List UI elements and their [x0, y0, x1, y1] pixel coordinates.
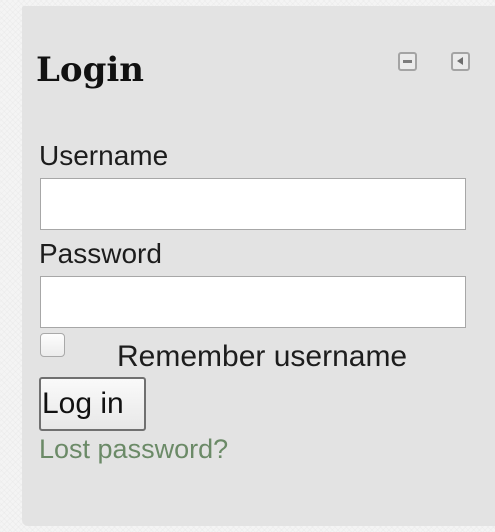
- login-block: Login Username Password Remember usernam…: [22, 6, 495, 526]
- login-button[interactable]: Log in: [39, 377, 146, 431]
- remember-username-label[interactable]: Remember username: [117, 339, 407, 375]
- minimize-bar: [403, 60, 412, 63]
- chevron-glyph: [457, 57, 463, 65]
- password-label: Password: [39, 238, 162, 269]
- block-title: Login: [36, 50, 144, 90]
- lost-password-link[interactable]: Lost password?: [39, 433, 228, 465]
- username-label: Username: [39, 140, 169, 171]
- username-field[interactable]: [40, 178, 466, 230]
- remember-username-checkbox[interactable]: [40, 333, 65, 357]
- password-field[interactable]: [40, 276, 466, 328]
- chevron-left-icon[interactable]: [451, 52, 470, 71]
- minimize-icon[interactable]: [398, 52, 417, 71]
